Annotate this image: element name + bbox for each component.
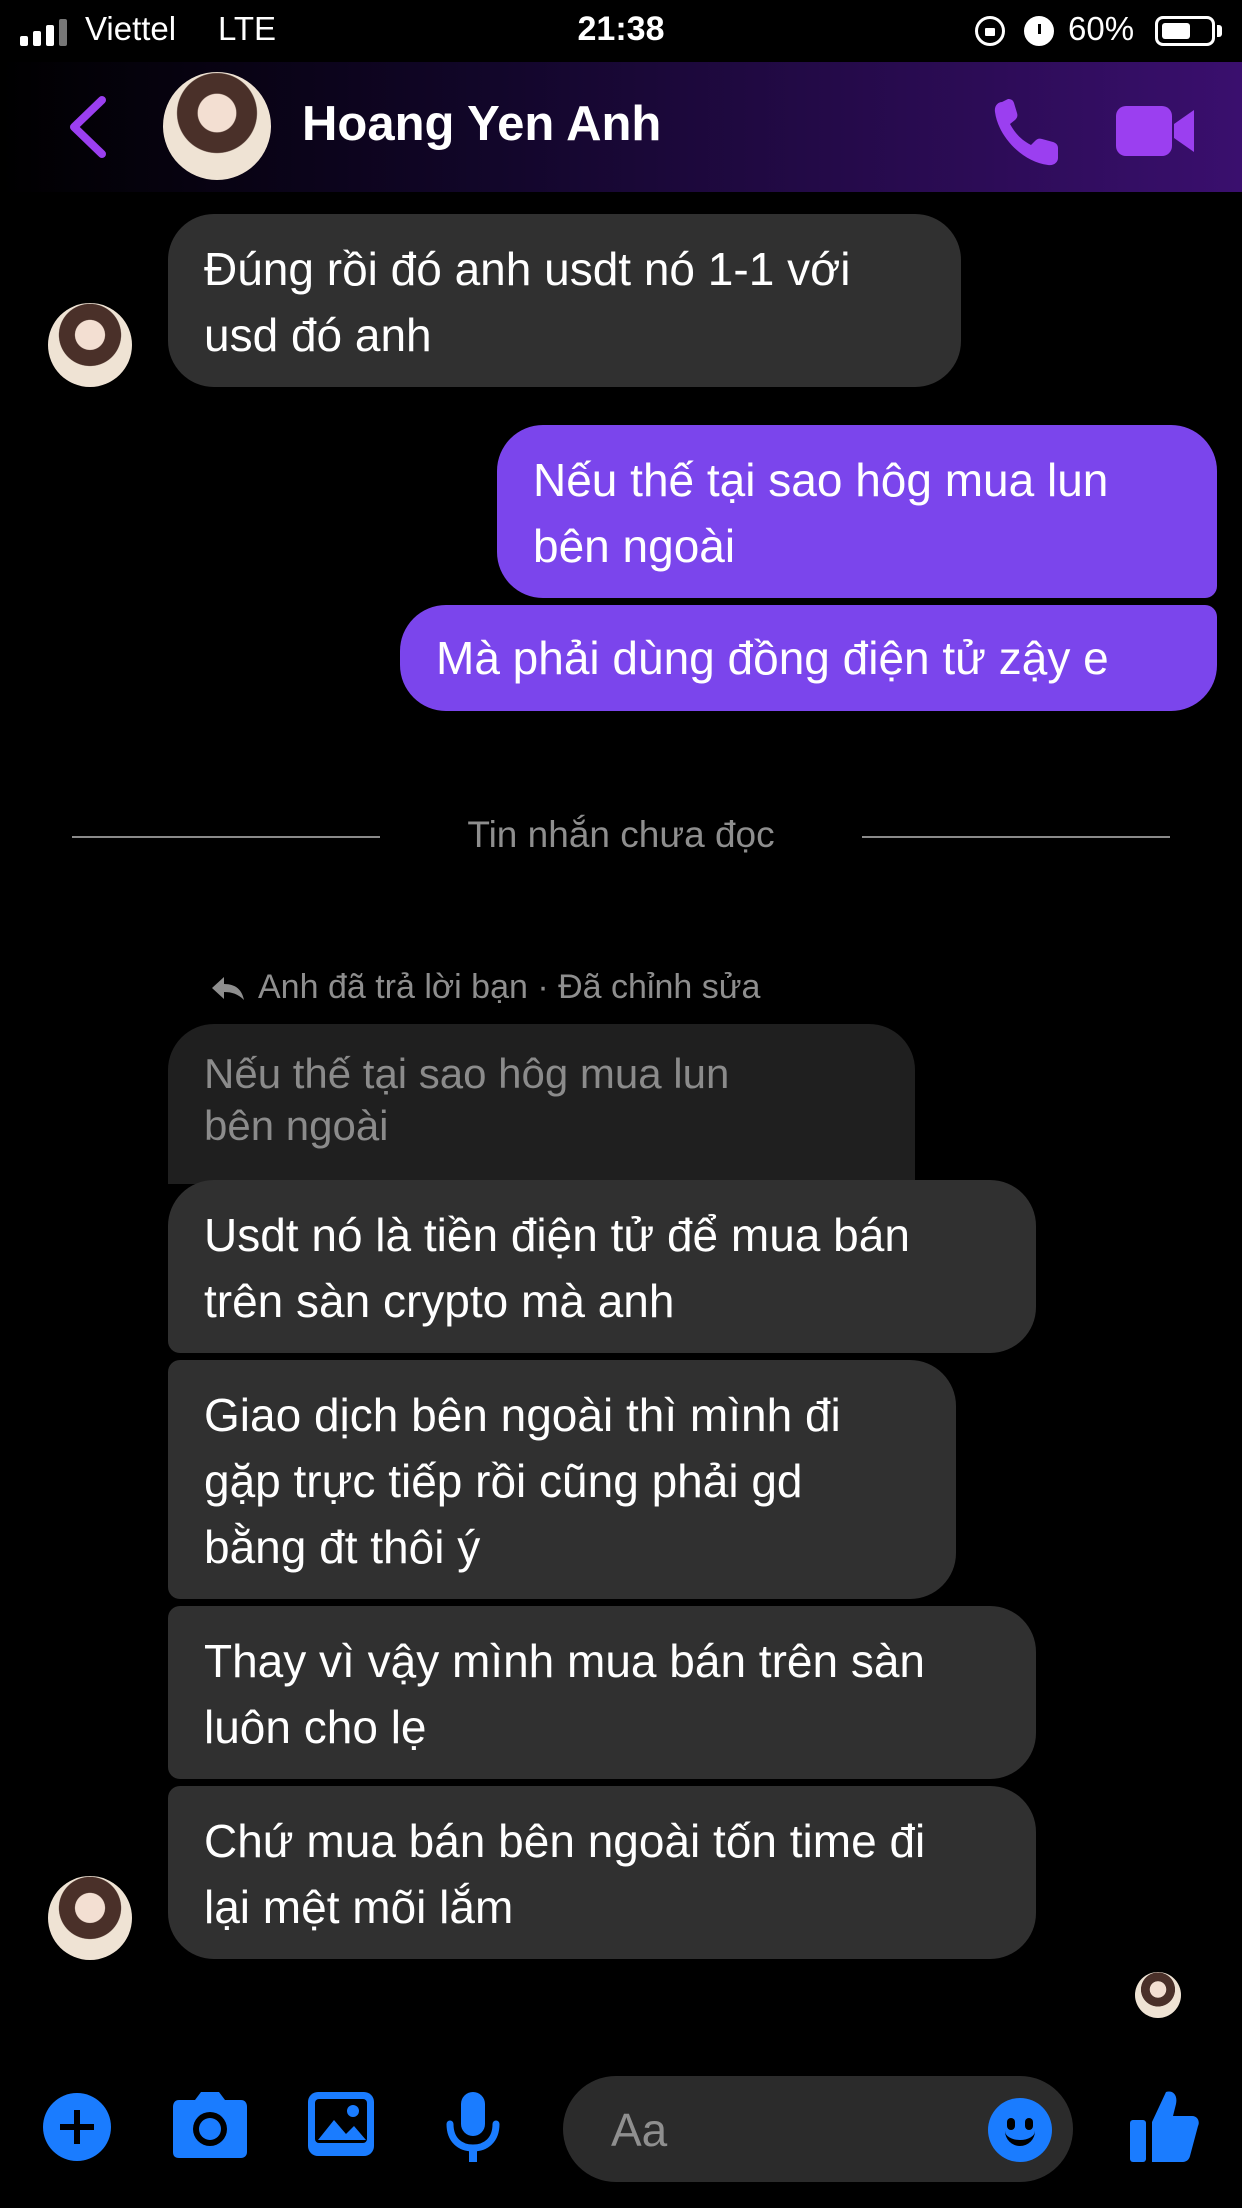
battery-nub xyxy=(1217,25,1222,37)
message-text: Mà phải dùng đồng điện tử zậy e xyxy=(436,632,1109,684)
message-text: Đúng rồi đó anh usdt nó 1-1 với usd đó a… xyxy=(204,243,851,361)
contact-name[interactable]: Hoang Yen Anh xyxy=(302,96,661,152)
contact-avatar[interactable] xyxy=(163,72,271,180)
message-text: Usdt nó là tiền điện tử để mua bán trên … xyxy=(204,1209,910,1327)
contact-avatar-small[interactable] xyxy=(48,1876,132,1960)
chat-header: Hoang Yen Anh xyxy=(0,62,1242,192)
alarm-icon xyxy=(1024,16,1054,46)
outgoing-message[interactable]: Nếu thế tại sao hôg mua lun bên ngoài xyxy=(497,425,1217,598)
message-input[interactable] xyxy=(609,2076,953,2184)
message-text: Giao dịch bên ngoài thì mình đi gặp trực… xyxy=(204,1389,841,1573)
incoming-message[interactable]: Thay vì vậy mình mua bán trên sàn luôn c… xyxy=(168,1606,1036,1779)
quoted-message[interactable]: Nếu thế tại sao hôg mua lun bên ngoài xyxy=(168,1024,915,1184)
video-call-icon[interactable] xyxy=(1110,92,1200,172)
plus-icon[interactable] xyxy=(43,2093,111,2161)
camera-icon[interactable] xyxy=(171,2090,249,2160)
incoming-message[interactable]: Usdt nó là tiền điện tử để mua bán trên … xyxy=(168,1180,1036,1353)
incoming-message[interactable]: Đúng rồi đó anh usdt nó 1-1 với usd đó a… xyxy=(168,214,961,387)
thumbs-up-icon[interactable] xyxy=(1128,2088,1200,2164)
emoji-icon[interactable] xyxy=(988,2098,1052,2162)
message-input-pill xyxy=(563,2076,1073,2184)
battery-icon xyxy=(1155,16,1215,46)
microphone-icon[interactable] xyxy=(445,2090,501,2166)
message-text: Nếu thế tại sao hôg mua lun bên ngoài xyxy=(533,454,1109,572)
seen-receipt-avatar xyxy=(1135,1972,1181,2018)
orientation-lock-icon xyxy=(975,16,1005,46)
reply-indicator: Anh đã trả lời bạn · Đã chỉnh sửa xyxy=(210,968,760,1007)
status-bar: Viettel LTE 21:38 60% xyxy=(0,0,1242,62)
divider-line-right xyxy=(862,836,1170,838)
message-text: Chứ mua bán bên ngoài tốn time đi lại mệ… xyxy=(204,1815,926,1933)
unread-messages-divider: Tin nhắn chưa đọc xyxy=(467,814,775,855)
phone-call-icon[interactable] xyxy=(988,92,1068,172)
message-text: Thay vì vậy mình mua bán trên sàn luôn c… xyxy=(204,1635,926,1753)
reply-meta-text: Anh đã trả lời bạn · Đã chỉnh sửa xyxy=(258,968,761,1006)
status-time: 21:38 xyxy=(577,10,665,48)
outgoing-message[interactable]: Mà phải dùng đồng điện tử zậy e xyxy=(400,605,1217,711)
reply-arrow-icon xyxy=(212,976,244,1000)
incoming-message[interactable]: Giao dịch bên ngoài thì mình đi gặp trực… xyxy=(168,1360,956,1599)
contact-avatar-small[interactable] xyxy=(48,303,132,387)
quoted-message-text: Nếu thế tại sao hôg mua lun bên ngoài xyxy=(204,1050,730,1149)
battery-percentage: 60% xyxy=(1068,10,1135,47)
gallery-image-icon[interactable] xyxy=(306,2090,376,2158)
back-button[interactable] xyxy=(60,92,120,162)
incoming-message[interactable]: Chứ mua bán bên ngoài tốn time đi lại mệ… xyxy=(168,1786,1036,1959)
